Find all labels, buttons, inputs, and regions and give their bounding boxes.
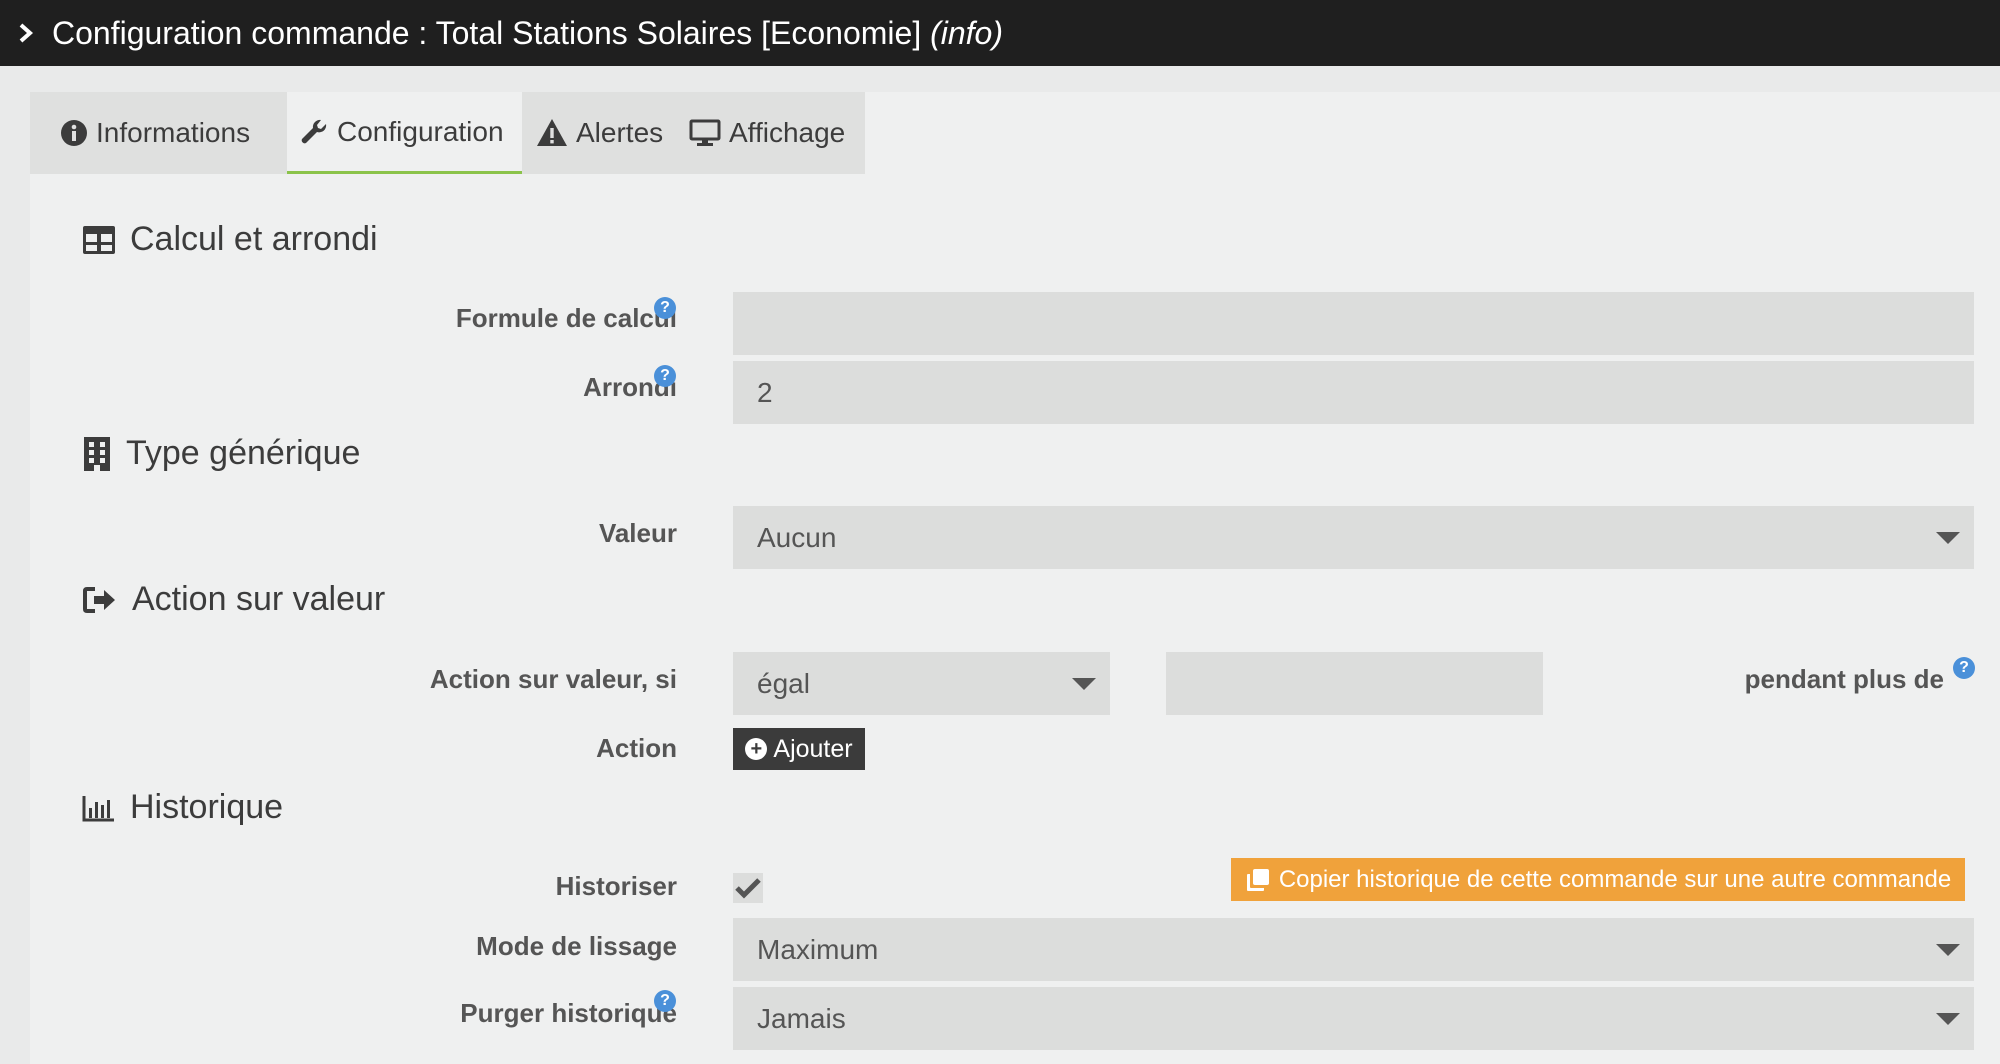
formule-label: Formule de calcul	[455, 303, 677, 333]
lissage-select[interactable]: Maximum	[733, 918, 1974, 981]
section-title: Historique	[130, 788, 284, 826]
select-value: Aucun	[757, 521, 837, 553]
formule-input[interactable]	[733, 292, 1974, 355]
caret-down-icon	[1936, 943, 1960, 956]
caret-down-icon	[1072, 677, 1096, 690]
lissage-label: Mode de lissage	[476, 931, 677, 961]
section-type-generique: Type générique	[82, 434, 360, 473]
tab-label: Configuration	[337, 115, 504, 147]
title-bar: Configuration commande : Total Stations …	[0, 0, 2000, 66]
section-action-valeur: Action sur valeur	[82, 580, 385, 619]
purger-select[interactable]: Jamais	[733, 987, 1974, 1050]
section-calcul: Calcul et arrondi	[82, 220, 378, 259]
select-value: Jamais	[757, 1002, 846, 1034]
arrondi-input[interactable]: 2	[733, 361, 1974, 424]
valeur-label: Valeur	[598, 518, 677, 548]
select-value: Maximum	[757, 933, 879, 965]
tab-label: Informations	[96, 117, 251, 148]
section-title: Calcul et arrondi	[130, 220, 378, 258]
tab-label: Affichage	[729, 117, 846, 148]
help-icon[interactable]: ?	[654, 297, 676, 319]
section-title: Type générique	[126, 434, 361, 472]
historiser-label: Historiser	[555, 871, 677, 901]
ajouter-button[interactable]: + Ajouter	[733, 728, 865, 770]
building-icon	[84, 436, 110, 471]
button-label: Ajouter	[773, 734, 853, 763]
plus-circle-icon: +	[745, 738, 768, 760]
purger-label: Purger historique	[460, 998, 677, 1028]
copier-historique-button[interactable]: Copier historique de cette commande sur …	[1231, 858, 1965, 901]
table-icon	[83, 225, 115, 254]
operator-select[interactable]: égal	[733, 652, 1110, 715]
tab-informations[interactable]: Informations	[30, 92, 287, 174]
check-icon	[735, 878, 761, 899]
caret-down-icon	[1936, 531, 1960, 544]
info-circle-icon	[61, 120, 87, 146]
valeur-select[interactable]: Aucun	[733, 506, 1974, 569]
pendant-label: pendant plus de	[1744, 664, 1944, 694]
tab-alertes[interactable]: Alertes	[522, 92, 677, 174]
condition-label: Action sur valeur, si	[429, 664, 677, 694]
chevron-right-icon[interactable]	[18, 23, 34, 43]
monitor-icon	[689, 119, 721, 146]
page-title: Configuration commande : Total Stations …	[52, 15, 1003, 52]
button-label: Copier historique de cette commande sur …	[1278, 865, 1952, 893]
help-icon[interactable]: ?	[654, 990, 676, 1012]
action-label: Action	[596, 733, 677, 763]
caret-down-icon	[1936, 1012, 1960, 1025]
title-type: (info)	[930, 14, 1003, 51]
tab-configuration[interactable]: Configuration	[287, 92, 522, 174]
tab-affichage[interactable]: Affichage	[677, 92, 865, 174]
help-icon[interactable]: ?	[1953, 657, 1975, 679]
select-value: égal	[757, 667, 810, 699]
section-historique: Historique	[82, 788, 283, 827]
copy-icon	[1246, 868, 1269, 891]
sign-out-icon	[83, 586, 115, 613]
wrench-icon	[301, 119, 327, 143]
tab-label: Alertes	[576, 117, 664, 148]
tab-bar: Informations Configuration Alertes Affic…	[30, 92, 865, 174]
warning-icon	[537, 119, 567, 146]
historiser-checkbox[interactable]	[733, 873, 763, 903]
section-title: Action sur valeur	[132, 580, 386, 618]
bar-chart-icon	[82, 795, 114, 821]
title-prefix: Configuration commande : Total Stations …	[52, 14, 922, 51]
help-icon[interactable]: ?	[654, 365, 676, 387]
compare-value-input[interactable]	[1166, 652, 1543, 715]
